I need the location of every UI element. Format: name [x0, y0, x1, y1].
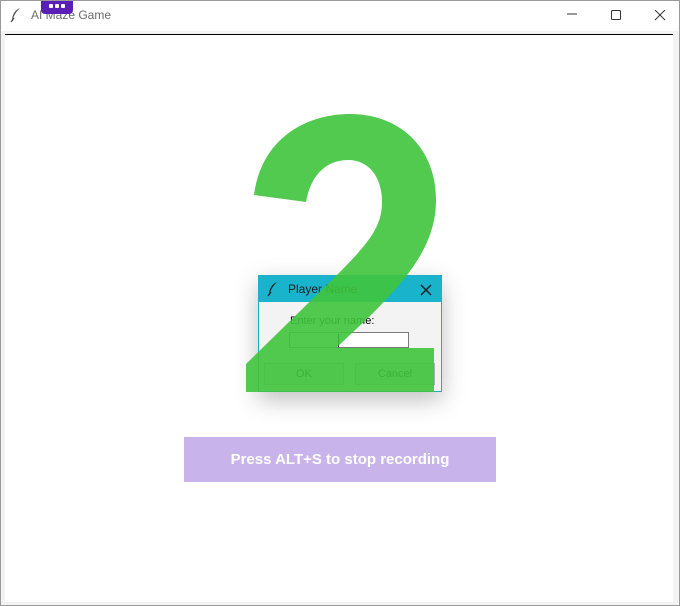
recorder-badge[interactable] — [41, 1, 73, 14]
name-prompt-label: Enter your name: — [290, 315, 375, 327]
recording-banner: Press ALT+S to stop recording — [184, 437, 496, 482]
maximize-icon — [611, 10, 621, 20]
maximize-button[interactable] — [593, 1, 639, 31]
player-name-input[interactable] — [289, 332, 409, 348]
dialog-title-bar[interactable]: Player Name — [259, 276, 441, 302]
close-icon — [654, 10, 666, 21]
dialog-title: Player Name — [288, 282, 358, 296]
dialog-close-button[interactable] — [419, 282, 433, 296]
minimize-icon — [567, 13, 577, 15]
feather-icon — [9, 7, 23, 23]
title-bar[interactable]: AI Maze Game — [1, 1, 679, 31]
minimize-button[interactable] — [549, 1, 595, 31]
close-button[interactable] — [637, 1, 680, 31]
close-icon — [420, 284, 432, 296]
text-cursor — [338, 334, 339, 347]
ok-button[interactable]: OK — [264, 363, 344, 385]
feather-icon — [266, 281, 280, 301]
cancel-button[interactable]: Cancel — [355, 363, 435, 385]
player-name-dialog: Player Name Enter your name: OK Cancel — [258, 275, 442, 392]
